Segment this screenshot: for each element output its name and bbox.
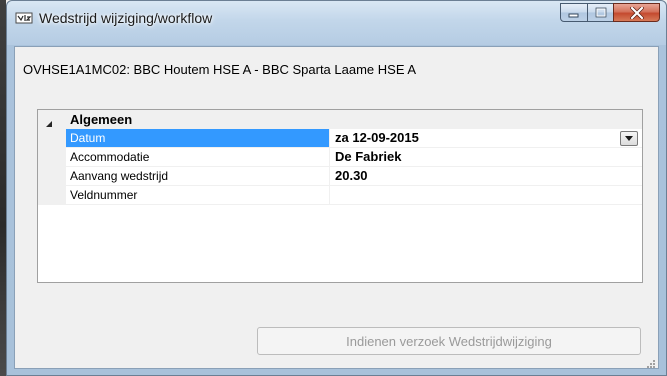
match-label: OVHSE1A1MC02: BBC Houtem HSE A - BBC Spa… [23, 62, 417, 77]
property-value[interactable]: 20.30 [331, 167, 642, 185]
property-name[interactable]: Veldnummer [66, 186, 330, 204]
title-bar[interactable]: Wedstrijd wijziging/workflow [7, 1, 666, 45]
row-gutter [38, 148, 66, 167]
property-row-datum[interactable]: Datum za 12-09-2015 [38, 129, 642, 148]
property-name[interactable]: Accommodatie [66, 148, 330, 166]
app-icon [15, 11, 33, 25]
property-value[interactable] [331, 186, 642, 204]
row-gutter [38, 167, 66, 186]
property-row-accommodatie[interactable]: Accommodatie De Fabriek [38, 148, 642, 167]
row-gutter [38, 186, 66, 205]
dialog-client-area: OVHSE1A1MC02: BBC Houtem HSE A - BBC Spa… [14, 46, 659, 369]
property-row-veldnummer[interactable]: Veldnummer [38, 186, 642, 205]
minimize-icon [568, 13, 579, 17]
resize-grip-icon[interactable] [646, 356, 656, 368]
property-value[interactable]: za 12-09-2015 [331, 129, 642, 147]
category-row-algemeen[interactable]: Algemeen [38, 110, 642, 129]
property-grid[interactable]: Algemeen Datum za 12-09-2015 Accommodati… [37, 109, 643, 283]
property-row-aanvang-wedstrijd[interactable]: Aanvang wedstrijd 20.30 [38, 167, 642, 186]
close-button[interactable] [613, 3, 660, 22]
maximize-button[interactable] [587, 3, 614, 22]
submit-change-request-button[interactable]: Indienen verzoek Wedstrijdwijziging [257, 327, 641, 355]
chevron-down-icon [625, 136, 633, 141]
date-dropdown-button[interactable] [620, 131, 638, 146]
dialog-window: Wedstrijd wijziging/workflow OVHSE1A1MC0… [6, 0, 667, 376]
window-title: Wedstrijd wijziging/workflow [39, 10, 213, 26]
close-icon [629, 6, 644, 19]
minimize-button[interactable] [560, 3, 588, 22]
category-label: Algemeen [70, 112, 133, 127]
row-gutter [38, 129, 66, 148]
property-name[interactable]: Datum [66, 129, 330, 147]
property-name[interactable]: Aanvang wedstrijd [66, 167, 330, 185]
maximize-icon [595, 7, 606, 18]
property-value[interactable]: De Fabriek [331, 148, 642, 166]
